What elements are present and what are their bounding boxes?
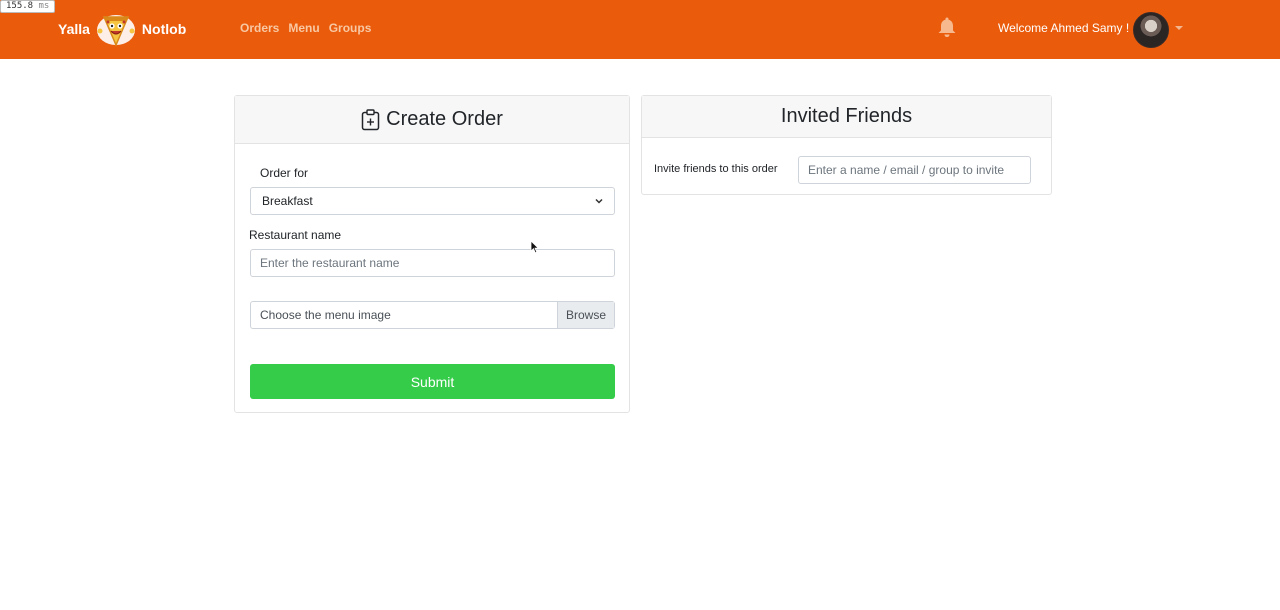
user-menu-chevron-down-icon[interactable] — [1175, 26, 1183, 30]
create-order-title: Create Order — [386, 108, 503, 130]
welcome-message: Welcome Ahmed Samy ! — [998, 21, 1130, 35]
mouse-cursor — [530, 240, 539, 254]
brand-home-link[interactable]: Yalla Notlob — [58, 9, 186, 49]
main-nav: Orders Menu Groups — [240, 21, 371, 35]
brand-left-text: Yalla — [58, 21, 90, 37]
order-for-label: Order for — [260, 166, 309, 180]
avatar[interactable] — [1133, 12, 1169, 48]
render-time-badge: 155.8 ms — [0, 0, 56, 13]
clipboard-plus-icon — [361, 108, 380, 130]
invite-friends-placeholder: Enter a name / email / group to invite — [808, 163, 1005, 177]
invited-friends-header: Invited Friends — [642, 96, 1051, 138]
nav-link-groups[interactable]: Groups — [329, 21, 372, 35]
nav-link-orders[interactable]: Orders — [240, 21, 279, 35]
pizza-mascot-logo — [96, 15, 135, 47]
bell-icon[interactable] — [937, 16, 957, 38]
create-order-card: Create Order Order for Breakfast Restaur… — [234, 95, 630, 413]
restaurant-name-input[interactable]: Enter the restaurant name — [250, 249, 615, 277]
order-for-select[interactable]: Breakfast — [250, 187, 615, 215]
restaurant-name-placeholder: Enter the restaurant name — [260, 256, 400, 270]
invited-friends-title: Invited Friends — [780, 105, 913, 127]
create-order-header: Create Order — [235, 96, 629, 144]
chevron-down-icon — [595, 198, 603, 204]
submit-button[interactable]: Submit — [250, 364, 615, 399]
invite-friends-label: Invite friends to this order — [654, 163, 778, 175]
brand-right-text: Notlob — [141, 21, 187, 37]
restaurant-name-label: Restaurant name — [249, 228, 342, 242]
order-for-selected-value: Breakfast — [262, 194, 313, 208]
invited-friends-card: Invited Friends Invite friends to this o… — [641, 95, 1052, 195]
browse-button[interactable]: Browse — [557, 302, 614, 328]
menu-image-file-input[interactable]: Choose the menu image Browse — [250, 301, 615, 329]
invite-friends-input[interactable]: Enter a name / email / group to invite — [798, 156, 1031, 184]
render-time-unit: ms — [38, 1, 50, 11]
nav-link-menu[interactable]: Menu — [288, 21, 319, 35]
menu-image-label: Choose the menu image — [260, 308, 391, 322]
top-navbar: Yalla Notlob Orders Menu Groups Welcome … — [0, 0, 1280, 59]
render-time-value: 155.8 — [6, 1, 34, 11]
